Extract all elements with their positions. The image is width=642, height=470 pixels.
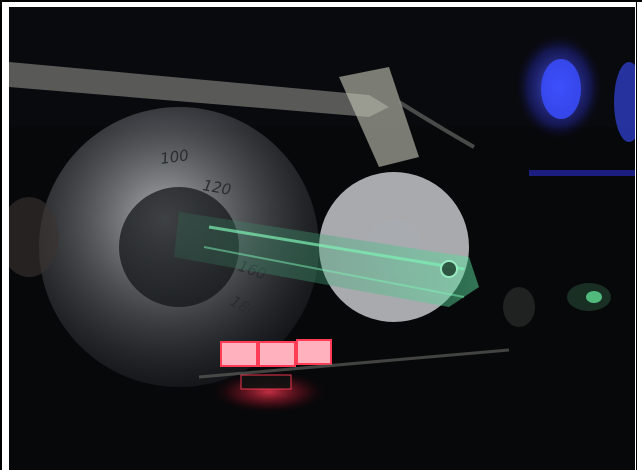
red-led-segment <box>296 339 332 365</box>
needle-pivot <box>440 260 458 278</box>
red-led-segment <box>258 341 296 367</box>
red-led-segment <box>220 341 258 367</box>
dashboard-photo: 100 120 160 180 <box>9 7 635 470</box>
frame-rule <box>636 0 637 470</box>
dashboard-scene: 100 120 160 180 <box>9 7 635 470</box>
